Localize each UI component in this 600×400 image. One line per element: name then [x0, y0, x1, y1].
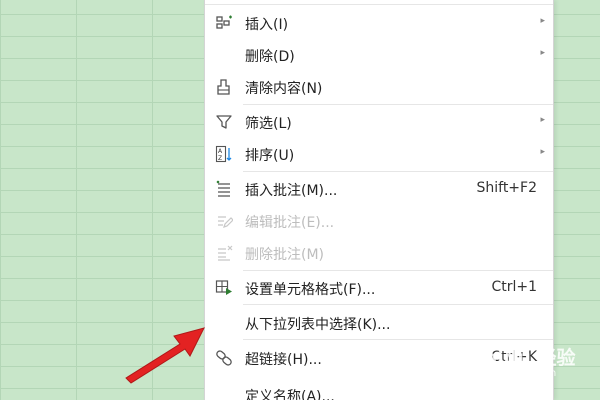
menu-item-shortcut: Ctrl+1: [491, 279, 537, 295]
insert-comment-icon: [215, 180, 233, 198]
submenu-arrow-icon: ▸: [540, 48, 545, 58]
menu-item-delete-comment: 删除批注(M): [205, 237, 553, 269]
menu-item-label: 筛选(L): [245, 116, 292, 132]
menu-separator: [243, 304, 553, 305]
menu-item-label: 删除批注(M): [245, 247, 325, 263]
menu-item-label: 设置单元格格式(F)...: [245, 282, 376, 298]
submenu-arrow-icon: ▸: [540, 115, 545, 125]
eraser-icon: [215, 78, 233, 96]
menu-item-edit-comment: 编辑批注(E)...: [205, 205, 553, 237]
menu-item-delete[interactable]: 删除(D) ▸: [205, 39, 553, 71]
menu-item-label: 清除内容(N): [245, 81, 323, 97]
filter-icon: [215, 113, 233, 131]
menu-item-label: 从下拉列表中选择(K)...: [245, 317, 391, 333]
menu-item-label: 超链接(H)...: [245, 352, 322, 368]
submenu-arrow-icon: ▸: [540, 16, 545, 26]
menu-item-sort[interactable]: AZ 排序(U) ▸: [205, 138, 553, 170]
menu-item-label: 删除(D): [245, 49, 295, 65]
sort-az-icon: AZ: [215, 145, 233, 163]
menu-item-label: 排序(U): [245, 148, 295, 164]
watermark-url: jingyan.baidu.com: [464, 368, 557, 379]
menu-item-pick-from-list[interactable]: 从下拉列表中选择(K)...: [205, 307, 553, 339]
svg-text:Z: Z: [218, 155, 222, 162]
watermark-logo: Baidu 经验: [470, 347, 576, 369]
annotation-arrow-icon: [125, 327, 205, 384]
menu-separator: [243, 270, 553, 271]
menu-item-format-cells[interactable]: 设置单元格格式(F)... Ctrl+1: [205, 272, 553, 304]
menu-item-filter[interactable]: 筛选(L) ▸: [205, 106, 553, 138]
edit-comment-icon: [215, 212, 233, 230]
menu-item-label: 定义名称(A)...: [245, 389, 335, 400]
menu-item-define-name[interactable]: 定义名称(A)...: [205, 379, 553, 400]
insert-cells-icon: [215, 14, 233, 32]
menu-item-label: 插入(I): [245, 17, 289, 33]
menu-item-insert[interactable]: 插入(I) ▸: [205, 7, 553, 39]
menu-item-shortcut: Shift+F2: [476, 180, 537, 196]
format-cells-icon: [215, 279, 233, 297]
menu-separator: [243, 339, 553, 340]
menu-item-label: 插入批注(M)...: [245, 183, 338, 199]
menu-separator: [243, 171, 553, 172]
context-menu: 插入(I) ▸ 删除(D) ▸ 清除内容(N) 筛选(L) ▸ AZ 排序(U)…: [204, 0, 554, 400]
menu-separator: [205, 4, 553, 5]
menu-separator: [243, 104, 553, 105]
svg-text:A: A: [218, 148, 223, 155]
submenu-arrow-icon: ▸: [540, 147, 545, 157]
menu-item-label: 编辑批注(E)...: [245, 215, 335, 231]
menu-item-clear-contents[interactable]: 清除内容(N): [205, 71, 553, 103]
menu-item-insert-comment[interactable]: 插入批注(M)... Shift+F2: [205, 173, 553, 205]
delete-comment-icon: [215, 244, 233, 262]
link-icon: [215, 349, 233, 367]
